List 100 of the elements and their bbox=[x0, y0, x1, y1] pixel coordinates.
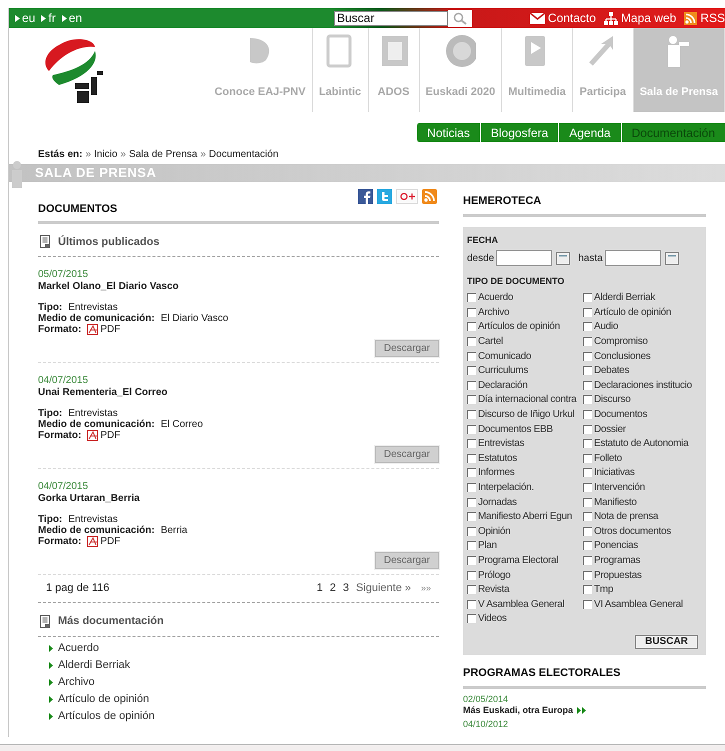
checkbox-label: Videos bbox=[478, 612, 507, 626]
checkbox[interactable] bbox=[583, 366, 592, 376]
checkbox[interactable] bbox=[583, 468, 592, 478]
checkbox[interactable] bbox=[583, 322, 592, 332]
checkbox[interactable] bbox=[467, 512, 476, 522]
rss-link[interactable]: RSS bbox=[684, 9, 725, 27]
download-button[interactable]: Descargar bbox=[374, 340, 439, 357]
checkbox[interactable] bbox=[467, 439, 476, 448]
checkbox[interactable] bbox=[467, 483, 476, 492]
checkbox[interactable] bbox=[467, 424, 476, 434]
subnav-tab[interactable]: Agenda bbox=[558, 123, 621, 142]
caret-icon bbox=[49, 662, 53, 668]
checkbox-label: Estatutos bbox=[478, 452, 517, 466]
checkbox[interactable] bbox=[467, 308, 476, 317]
last-page-link[interactable]: »» bbox=[420, 582, 431, 596]
checkbox[interactable] bbox=[467, 410, 476, 420]
caret-icon bbox=[62, 14, 67, 22]
page-link[interactable]: 1 bbox=[316, 580, 323, 597]
checkbox[interactable] bbox=[467, 526, 476, 536]
checkbox[interactable] bbox=[467, 293, 476, 302]
checkbox[interactable] bbox=[467, 352, 476, 361]
breadcrumb-link[interactable]: Inicio bbox=[94, 146, 118, 162]
checkbox[interactable] bbox=[583, 498, 592, 507]
next-link[interactable]: Siguiente » bbox=[356, 580, 411, 597]
checkbox-label: Jornadas bbox=[478, 496, 517, 510]
checkbox[interactable] bbox=[467, 337, 476, 346]
document-icon bbox=[40, 614, 50, 628]
document-date: 04/07/2015 bbox=[38, 375, 90, 387]
checkbox[interactable] bbox=[583, 410, 592, 420]
checkbox[interactable] bbox=[467, 556, 476, 565]
checkbox[interactable] bbox=[583, 600, 592, 609]
breadcrumb-label: Estás en: bbox=[38, 148, 82, 162]
checkbox[interactable] bbox=[583, 483, 592, 492]
checkbox[interactable] bbox=[467, 395, 476, 404]
panel-title: PROGRAMAS ELECTORALES bbox=[463, 665, 706, 689]
checkbox-label: Opinión bbox=[478, 524, 510, 539]
language-link[interactable]: eu bbox=[15, 9, 36, 27]
checkbox[interactable] bbox=[583, 439, 592, 448]
sitemap-link[interactable]: Mapa web bbox=[604, 9, 676, 27]
subnav-tab[interactable]: Blogosfera bbox=[480, 123, 558, 142]
checkbox[interactable] bbox=[467, 614, 476, 624]
checkbox[interactable] bbox=[467, 468, 476, 478]
checkbox[interactable] bbox=[467, 366, 476, 376]
checkbox[interactable] bbox=[583, 512, 592, 522]
checkbox[interactable] bbox=[583, 526, 592, 536]
pdf-link[interactable]: PDF bbox=[87, 324, 120, 335]
checkbox[interactable] bbox=[583, 380, 592, 390]
checkbox[interactable] bbox=[467, 322, 476, 332]
category-link[interactable]: Artículo de opinión bbox=[49, 690, 439, 708]
checkbox[interactable] bbox=[467, 600, 476, 609]
subnav-tab[interactable]: Noticias bbox=[416, 123, 480, 142]
checkbox[interactable] bbox=[583, 308, 592, 317]
checkbox[interactable] bbox=[467, 454, 476, 463]
checkbox[interactable] bbox=[467, 570, 476, 580]
pdf-link[interactable]: PDF bbox=[87, 536, 120, 547]
breadcrumb-link[interactable]: Documentación bbox=[208, 146, 278, 162]
category-link[interactable]: Alderdi Berriak bbox=[49, 656, 439, 674]
search-field[interactable]: Buscar bbox=[334, 10, 448, 26]
checkbox[interactable] bbox=[583, 570, 592, 580]
search-button[interactable] bbox=[448, 10, 472, 26]
checkbox[interactable] bbox=[583, 337, 592, 346]
checkbox[interactable] bbox=[583, 585, 592, 594]
page-link[interactable]: 3 bbox=[342, 580, 349, 597]
checkbox[interactable] bbox=[467, 541, 476, 550]
checkbox[interactable] bbox=[583, 556, 592, 565]
pdf-link[interactable]: PDF bbox=[87, 430, 120, 441]
checkbox-label: Otros documentos bbox=[594, 524, 671, 539]
checkbox[interactable] bbox=[583, 293, 592, 302]
breadcrumb-separator: » bbox=[120, 148, 126, 162]
language-link[interactable]: fr bbox=[41, 9, 56, 27]
breadcrumb-link[interactable]: Sala de Prensa bbox=[128, 146, 198, 162]
checkbox[interactable] bbox=[467, 380, 476, 390]
download-button[interactable]: Descargar bbox=[374, 552, 439, 569]
checkbox-label: Ponencias bbox=[594, 539, 638, 554]
mail-link[interactable]: Contacto bbox=[530, 9, 596, 27]
download-button[interactable]: Descargar bbox=[374, 446, 439, 463]
search-button[interactable]: BUSCAR bbox=[635, 635, 698, 650]
checkbox[interactable] bbox=[583, 541, 592, 550]
language-link[interactable]: en bbox=[62, 9, 82, 27]
field-value: Entrevistas bbox=[68, 514, 118, 525]
checkbox[interactable] bbox=[467, 585, 476, 594]
date-field[interactable] bbox=[604, 250, 661, 266]
checkbox[interactable] bbox=[583, 395, 592, 404]
field-label: desde bbox=[467, 252, 494, 266]
checkbox[interactable] bbox=[583, 352, 592, 361]
checkbox-label: Alderdi Berriak bbox=[594, 291, 656, 306]
checkbox-label: Curriculums bbox=[478, 364, 528, 378]
checkbox[interactable] bbox=[583, 454, 592, 463]
category-link[interactable]: Artículos de opinión bbox=[49, 708, 439, 724]
checkbox-label: Artículos de opinión bbox=[478, 320, 560, 334]
program-link[interactable]: Más Euskadi, otra Europa bbox=[463, 704, 709, 716]
page-link[interactable]: 2 bbox=[330, 580, 336, 597]
search-icon bbox=[453, 12, 467, 24]
category-link[interactable]: Archivo bbox=[49, 674, 439, 690]
date-field[interactable] bbox=[496, 250, 552, 266]
checkbox[interactable] bbox=[583, 424, 592, 434]
checkbox[interactable] bbox=[467, 498, 476, 507]
category-link[interactable]: Acuerdo bbox=[49, 640, 439, 656]
document-title: Unai Rementeria_El Correo bbox=[38, 387, 168, 399]
twitter-icon bbox=[377, 189, 392, 204]
